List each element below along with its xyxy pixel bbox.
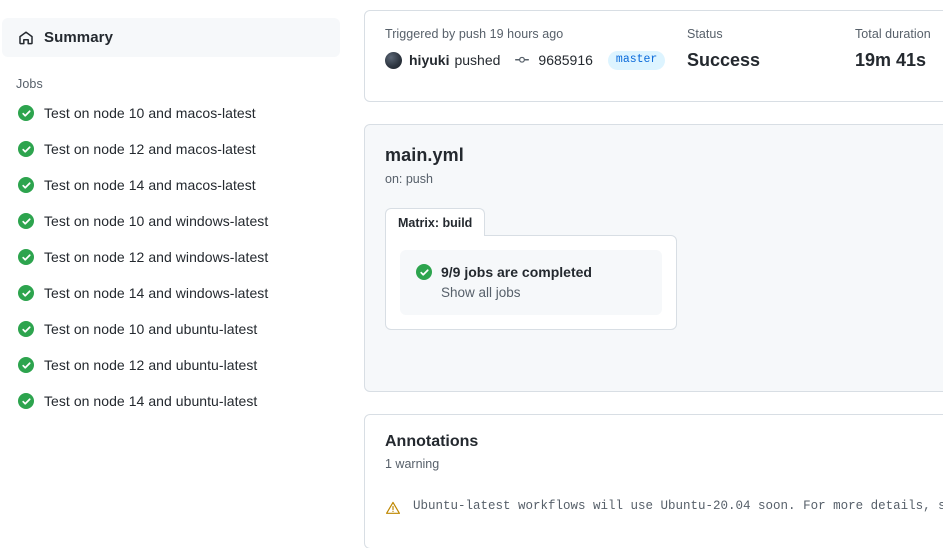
- sidebar-job-label: Test on node 10 and ubuntu-latest: [44, 321, 258, 337]
- sidebar-job-label: Test on node 14 and macos-latest: [44, 177, 256, 193]
- run-trigger-column: Triggered by push 19 hours ago hiyuki pu…: [385, 27, 687, 70]
- success-check-icon: [18, 393, 34, 409]
- sidebar-job-item-3[interactable]: Test on node 10 and windows-latest: [2, 203, 340, 239]
- success-check-icon: [18, 285, 34, 301]
- run-summary-card: Triggered by push 19 hours ago hiyuki pu…: [364, 10, 943, 102]
- jobs-completed-box[interactable]: 9/9 jobs are completed Show all jobs: [400, 250, 662, 315]
- matrix-group: Matrix: build 9/9 jobs are completed Sho…: [385, 208, 677, 330]
- avatar[interactable]: [385, 51, 402, 69]
- sidebar-job-label: Test on node 14 and ubuntu-latest: [44, 393, 258, 409]
- duration-label: Total duration: [855, 27, 931, 41]
- jobs-completed-head: 9/9 jobs are completed: [416, 264, 646, 280]
- actor-name[interactable]: hiyuki: [409, 52, 449, 68]
- success-check-icon: [18, 141, 34, 157]
- sidebar-job-item-7[interactable]: Test on node 12 and ubuntu-latest: [2, 347, 340, 383]
- success-check-icon: [18, 249, 34, 265]
- matrix-tab-label[interactable]: Matrix: build: [385, 208, 486, 236]
- run-status-column: Status Success: [687, 27, 855, 71]
- sidebar-job-item-2[interactable]: Test on node 14 and macos-latest: [2, 167, 340, 203]
- workflow-run-page: Summary Jobs Test on node 10 and macos-l…: [0, 0, 943, 548]
- warning-triangle-icon: [385, 500, 401, 516]
- sidebar-item-summary[interactable]: Summary: [2, 18, 340, 57]
- sidebar-job-label: Test on node 12 and macos-latest: [44, 141, 256, 157]
- commit-icon: [514, 52, 530, 68]
- jobs-completed-text: 9/9 jobs are completed: [441, 264, 592, 280]
- success-check-icon: [18, 321, 34, 337]
- run-duration-column: Total duration 19m 41s: [855, 27, 931, 71]
- action-word: pushed: [454, 52, 501, 69]
- matrix-panel: 9/9 jobs are completed Show all jobs: [385, 235, 677, 330]
- duration-value: 19m 41s: [855, 50, 927, 70]
- status-label: Status: [687, 27, 723, 41]
- show-all-jobs-link[interactable]: Show all jobs: [441, 285, 646, 300]
- sidebar: Summary Jobs Test on node 10 and macos-l…: [0, 0, 342, 548]
- sidebar-job-item-4[interactable]: Test on node 12 and windows-latest: [2, 239, 340, 275]
- success-check-icon: [18, 213, 34, 229]
- home-icon: [18, 30, 34, 46]
- sidebar-job-label: Test on node 12 and windows-latest: [44, 249, 269, 265]
- success-check-icon: [18, 105, 34, 121]
- workflow-trigger: on: push: [385, 172, 433, 186]
- success-check-icon: [18, 357, 34, 373]
- sidebar-item-summary-label: Summary: [44, 29, 114, 46]
- sidebar-job-item-6[interactable]: Test on node 10 and ubuntu-latest: [2, 311, 340, 347]
- sidebar-job-label: Test on node 12 and ubuntu-latest: [44, 357, 258, 373]
- run-trigger-text: Triggered by push 19 hours ago: [385, 27, 564, 41]
- sidebar-job-label: Test on node 10 and macos-latest: [44, 105, 256, 121]
- sidebar-job-label: Test on node 10 and windows-latest: [44, 213, 269, 229]
- annotation-item[interactable]: Ubuntu-latest workflows will use Ubuntu-…: [385, 499, 943, 516]
- annotations-card: Annotations 1 warning Ubuntu-latest work…: [364, 414, 943, 548]
- success-check-icon: [18, 177, 34, 193]
- sidebar-job-item-0[interactable]: Test on node 10 and macos-latest: [2, 95, 340, 131]
- run-actor-line: hiyuki pushed 9685916 master: [385, 51, 687, 70]
- main-content: Triggered by push 19 hours ago hiyuki pu…: [342, 0, 943, 548]
- sidebar-job-item-8[interactable]: Test on node 14 and ubuntu-latest: [2, 383, 340, 419]
- sidebar-job-label: Test on node 14 and windows-latest: [44, 285, 269, 301]
- sidebar-job-item-1[interactable]: Test on node 12 and macos-latest: [2, 131, 340, 167]
- workflow-card: main.yml on: push Matrix: build 9/9 jobs…: [364, 124, 943, 392]
- status-value: Success: [687, 50, 761, 70]
- sidebar-job-item-5[interactable]: Test on node 14 and windows-latest: [2, 275, 340, 311]
- annotation-text: Ubuntu-latest workflows will use Ubuntu-…: [413, 499, 943, 513]
- success-check-icon: [416, 264, 432, 280]
- sidebar-job-list: Test on node 10 and macos-latest Test on…: [0, 95, 342, 419]
- sidebar-jobs-heading: Jobs: [16, 77, 43, 91]
- workflow-title: main.yml: [385, 145, 464, 165]
- commit-sha[interactable]: 9685916: [538, 52, 593, 68]
- annotations-title: Annotations: [385, 433, 479, 450]
- annotations-count: 1 warning: [385, 457, 440, 471]
- branch-badge[interactable]: master: [607, 51, 666, 70]
